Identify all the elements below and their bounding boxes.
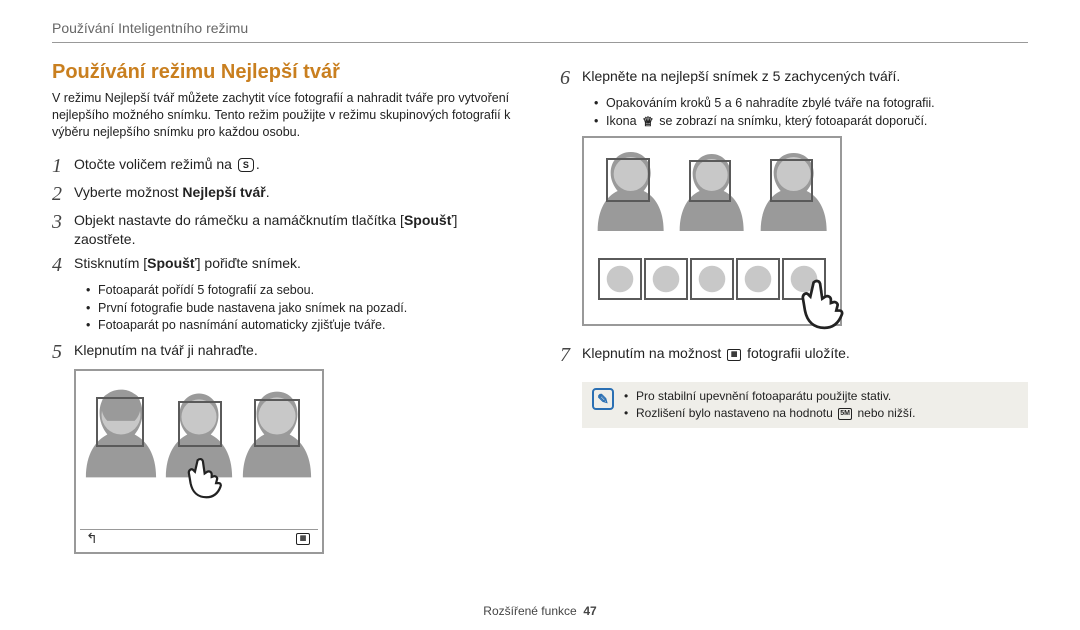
step-text-pre: Klepnutím na možnost (582, 345, 725, 361)
step-text-bold: Spoušť (147, 255, 197, 271)
tap-hand-icon (792, 276, 846, 330)
note-box: ✎ Pro stabilní upevnění fotoaparátu použ… (582, 382, 1028, 428)
step-text-post: . (266, 184, 270, 200)
step-text: Stisknutím [Spoušť] pořiďte snímek. (74, 254, 520, 273)
person-silhouette-icon (160, 377, 238, 529)
tap-hand-icon (180, 455, 224, 499)
back-icon: ↰ (86, 530, 98, 547)
intro-text: V režimu Nejlepší tvář můžete zachytit v… (52, 90, 520, 141)
step-number: 3 (52, 211, 74, 233)
step-number: 4 (52, 254, 74, 276)
bullet: Opakováním kroků 5 a 6 nahradíte zbylé t… (594, 95, 1028, 113)
step-text: Objekt nastavte do rámečku a namáčknutím… (74, 211, 520, 249)
note-text-post: nebo nižší. (854, 406, 915, 420)
illustration-tap-face: ↰ ▦ (74, 369, 324, 554)
right-column: 6 Klepněte na nejlepší snímek z 5 zachyc… (560, 61, 1028, 554)
step-4-bullets: Fotoaparát pořídí 5 fotografií za sebou.… (52, 282, 520, 335)
step-text: Klepnutím na tvář ji nahraďte. (74, 341, 520, 360)
page-footer: Rozšířené funkce 47 (0, 604, 1080, 618)
mode-dial-icon: S (238, 158, 254, 172)
step-text-post: fotografii uložíte. (743, 345, 850, 361)
bullet: Ikona ♕ se zobrazí na snímku, který foto… (594, 113, 1028, 131)
step-text: Otočte voličem režimů na S. (74, 155, 520, 174)
divider (52, 42, 1028, 43)
face-thumbnail (644, 258, 688, 300)
section-title: Používání režimu Nejlepší tvář (52, 61, 520, 84)
step-1: 1 Otočte voličem režimů na S. (52, 155, 520, 177)
page-number: 47 (583, 604, 596, 618)
bullet: První fotografie bude nastavena jako sní… (86, 300, 520, 318)
step-text-post: . (256, 156, 260, 172)
illustration-select-best (582, 136, 842, 326)
note-icon: ✎ (592, 388, 614, 410)
face-thumbnail (690, 258, 734, 300)
bullet: Fotoaparát po nasnímání automaticky zjiš… (86, 317, 520, 335)
step-number: 7 (560, 344, 582, 366)
crown-icon: ♕ (642, 116, 654, 128)
step-number: 6 (560, 67, 582, 89)
step-text-bold: Nejlepší tvář (182, 184, 265, 200)
step-text-pre: Objekt nastavte do rámečku a namáčknutím… (74, 212, 404, 228)
face-thumbnail (598, 258, 642, 300)
step-text-bold: Spoušť (404, 212, 454, 228)
step-text: Klepněte na nejlepší snímek z 5 zachycen… (582, 67, 1028, 86)
step-text-post: ] pořiďte snímek. (197, 255, 301, 271)
resolution-icon: 5M (838, 408, 852, 420)
step-3: 3 Objekt nastavte do rámečku a namáčknut… (52, 211, 520, 249)
illustration-toolbar: ↰ ▦ (80, 529, 318, 548)
note-text-pre: Rozlišení bylo nastaveno na hodnotu (636, 406, 836, 420)
bullet-text-pre: Ikona (606, 114, 640, 128)
left-column: Používání režimu Nejlepší tvář V režimu … (52, 61, 520, 554)
step-text-pre: Otočte voličem režimů na (74, 156, 236, 172)
step-5: 5 Klepnutím na tvář ji nahraďte. (52, 341, 520, 363)
save-icon: ▦ (727, 349, 741, 361)
step-6: 6 Klepněte na nejlepší snímek z 5 zachyc… (560, 67, 1028, 89)
bullet-text-post: se zobrazí na snímku, který fotoaparát d… (656, 114, 928, 128)
note-line: Rozlišení bylo nastaveno na hodnotu 5M n… (624, 405, 916, 422)
face-thumbnail (736, 258, 780, 300)
step-number: 5 (52, 341, 74, 363)
bullet: Fotoaparát pořídí 5 fotografií za sebou. (86, 282, 520, 300)
step-6-bullets: Opakováním kroků 5 a 6 nahradíte zbylé t… (560, 95, 1028, 130)
note-line: Pro stabilní upevnění fotoaparátu použij… (624, 388, 916, 405)
save-icon: ▦ (296, 533, 310, 545)
step-text-pre: Vyberte možnost (74, 184, 182, 200)
step-text: Vyberte možnost Nejlepší tvář. (74, 183, 520, 202)
step-text-pre: Stisknutím [ (74, 255, 147, 271)
step-7: 7 Klepnutím na možnost ▦ fotografii ulož… (560, 344, 1028, 366)
footer-label: Rozšířené funkce (483, 604, 576, 618)
step-4: 4 Stisknutím [Spoušť] pořiďte snímek. (52, 254, 520, 276)
breadcrumb: Používání Inteligentního režimu (52, 20, 1028, 40)
step-text: Klepnutím na možnost ▦ fotografii uložít… (582, 344, 1028, 363)
step-2: 2 Vyberte možnost Nejlepší tvář. (52, 183, 520, 205)
step-number: 2 (52, 183, 74, 205)
step-number: 1 (52, 155, 74, 177)
